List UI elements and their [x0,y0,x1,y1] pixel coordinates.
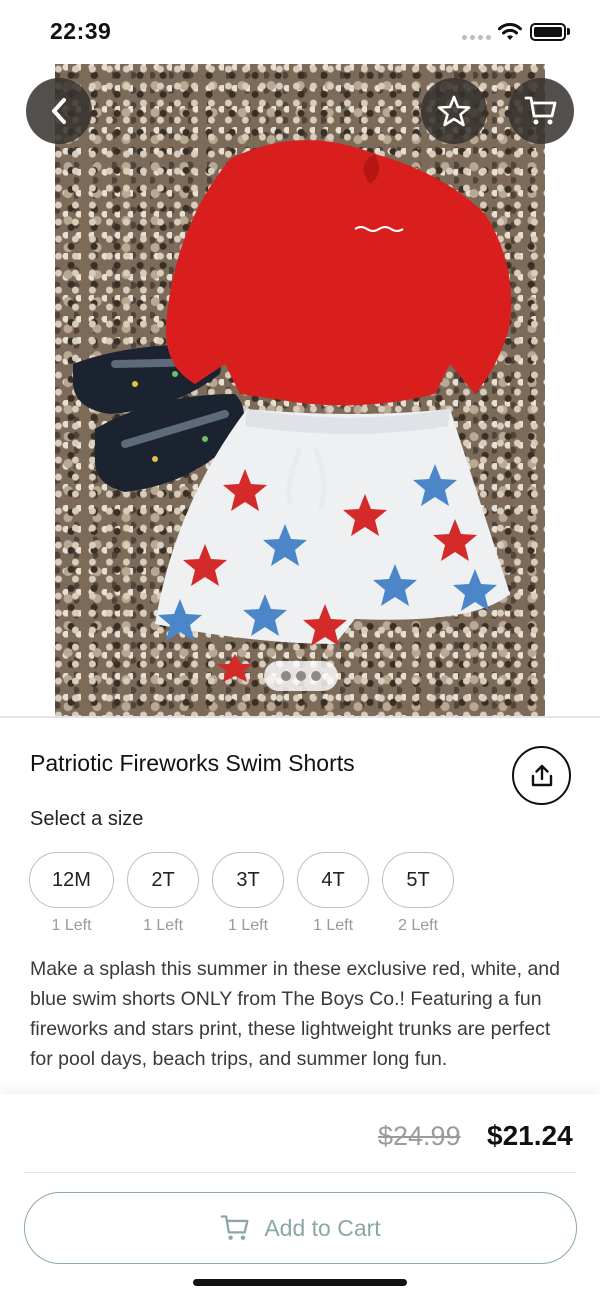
chevron-left-icon [52,98,66,124]
cart-icon [220,1215,249,1240]
wifi-icon [498,23,522,40]
size-chip-5t[interactable]: 5T [382,852,454,908]
select-size-label: Select a size [30,808,144,830]
red-shirt-illustration [165,140,512,406]
divider [24,1172,576,1173]
size-chip-3t[interactable]: 3T [212,852,284,908]
status-bar: 22:39 [0,0,600,64]
size-option: 2T 1 Left [127,852,199,935]
size-stock: 1 Left [142,917,184,934]
size-option: 5T 2 Left [382,852,454,935]
product-title: Patriotic Fireworks Swim Shorts [30,750,355,776]
size-chip-2t[interactable]: 2T [127,852,199,908]
size-stock: 1 Left [312,917,354,934]
size-chip-4t[interactable]: 4T [297,852,369,908]
cart-icon [524,96,557,125]
product-image[interactable] [55,64,545,716]
sale-price: $21.24 [487,1120,573,1151]
size-selector: 12M 1 Left 2T 1 Left 3T 1 Left 4T 1 Left… [29,852,454,935]
favorite-button[interactable] [421,78,487,144]
back-button[interactable] [26,78,92,144]
signal-icon [462,35,491,40]
size-chip-12m[interactable]: 12M [29,852,114,908]
star-icon [437,95,471,127]
product-description: Make a splash this summer in these exclu… [30,958,560,1070]
divider [0,716,600,718]
add-to-cart-label: Add to Cart [264,1214,381,1241]
status-time: 22:39 [50,18,112,44]
size-stock: 1 Left [227,917,269,934]
cart-button[interactable] [508,78,574,144]
original-price: $24.99 [378,1121,461,1151]
size-option: 12M 1 Left [29,852,114,935]
size-option: 3T 1 Left [212,852,284,935]
battery-icon [530,23,566,41]
image-pager-dots[interactable] [264,661,338,691]
size-option: 4T 1 Left [297,852,369,935]
size-stock: 2 Left [397,917,439,934]
share-icon [531,764,552,786]
add-to-cart-button[interactable]: Add to Cart [24,1192,577,1264]
home-indicator [193,1279,407,1286]
size-stock: 1 Left [51,917,92,934]
share-button[interactable] [512,746,571,805]
product-photo-illustration [73,140,512,682]
